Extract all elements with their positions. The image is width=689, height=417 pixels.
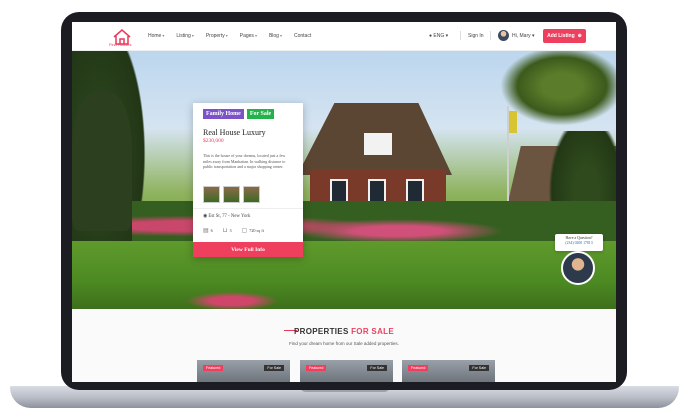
add-listing-button[interactable]: Add Listing ⊕ [543, 29, 586, 43]
menu-listing[interactable]: Listing▾ [176, 33, 193, 39]
question-phone[interactable]: (234) 0200 17813 [555, 241, 603, 245]
listing-description: This is the house of your dreams, locate… [203, 153, 286, 170]
bath-icon: ⊔ [222, 228, 228, 234]
property-card[interactable]: Featured For Sale [300, 360, 393, 382]
featured-listing-card: Family Home For Sale Real House Luxury $… [193, 103, 303, 257]
chevron-down-icon: ▾ [279, 33, 282, 38]
listing-address: ◉ Est St, 77 - New York [203, 214, 251, 219]
signin-link[interactable]: Sign In [468, 33, 484, 39]
laptop-mockup: Find Houses Home▾ Listing▾ Property▾ Pag… [0, 0, 689, 417]
badge-family-home[interactable]: Family Home [203, 109, 244, 119]
question-box[interactable]: Have a Question? (234) 0200 17813 [555, 234, 603, 251]
menu-pages[interactable]: Pages▾ [240, 33, 257, 39]
plus-circle-icon: ⊕ [577, 33, 582, 39]
chevron-down-icon: ▾ [532, 33, 535, 39]
divider [460, 31, 461, 40]
badge-group: Family Home For Sale [203, 109, 275, 119]
hero-flowers [182, 291, 282, 309]
listing-title[interactable]: Real House Luxury [203, 128, 266, 137]
properties-section: PROPERTIES FOR SALE Find your dream home… [72, 309, 616, 382]
user-menu[interactable]: Hi, Mary ▾ [512, 33, 535, 39]
status-badge: For Sale [264, 365, 284, 371]
thumbnail[interactable] [223, 186, 240, 203]
divider [193, 208, 303, 209]
area-icon: ▢ [241, 228, 248, 234]
chevron-down-icon: ▾ [254, 33, 257, 38]
divider [490, 31, 491, 40]
section-title: PROPERTIES FOR SALE [294, 327, 394, 336]
chevron-down-icon: ▾ [445, 33, 449, 39]
thumbnail-gallery [203, 186, 260, 203]
chevron-down-icon: ▾ [225, 33, 228, 38]
feature-baths: ⊔ 3 [222, 228, 232, 234]
view-full-info-button[interactable]: View Full Info [193, 242, 303, 257]
agent-avatar[interactable] [561, 251, 595, 285]
featured-badge: Featured [408, 365, 429, 371]
menu-home[interactable]: Home▾ [148, 33, 164, 39]
hero-house-dormer [364, 133, 392, 155]
question-title: Have a Question? [565, 236, 593, 240]
property-card[interactable]: Featured For Sale [402, 360, 495, 382]
chevron-down-icon: ▾ [191, 33, 194, 38]
bed-icon: ▤ [203, 228, 209, 234]
feature-area: ▢ 720 sq ft [241, 228, 264, 234]
main-menu: Home▾ Listing▾ Property▾ Pages▾ Blog▾ Co… [148, 33, 323, 39]
thumbnail[interactable] [203, 186, 220, 203]
section-subtitle: Find your dream home from our Sale added… [289, 341, 399, 346]
hero-lawn [72, 241, 616, 309]
user-avatar[interactable] [498, 30, 509, 41]
property-card[interactable]: Featured For Sale [197, 360, 290, 382]
status-badge: For Sale [469, 365, 489, 371]
globe-icon: ● [429, 33, 433, 39]
chevron-down-icon: ▾ [162, 33, 165, 38]
menu-property[interactable]: Property▾ [206, 33, 228, 39]
status-badge: For Sale [367, 365, 387, 371]
feature-beds: ▤ 6 [203, 228, 213, 234]
thumbnail[interactable] [243, 186, 260, 203]
hero-tree [72, 91, 132, 231]
top-navbar: Find Houses Home▾ Listing▾ Property▾ Pag… [72, 22, 616, 51]
listing-features: ▤ 6 ⊔ 3 ▢ 720 sq ft [203, 227, 264, 234]
logo-text: Find Houses [109, 42, 132, 47]
listing-price: $230,000 [203, 138, 224, 144]
featured-badge: Featured [306, 365, 327, 371]
screen: Find Houses Home▾ Listing▾ Property▾ Pag… [72, 22, 616, 382]
language-selector[interactable]: ● ENG ▾ [429, 33, 448, 39]
menu-blog[interactable]: Blog▾ [269, 33, 282, 39]
featured-badge: Featured [203, 365, 224, 371]
hero-flag [509, 111, 517, 133]
hero-banner: Family Home For Sale Real House Luxury $… [72, 51, 616, 309]
badge-for-sale[interactable]: For Sale [246, 109, 275, 119]
menu-contact[interactable]: Contact [294, 33, 311, 39]
map-pin-icon: ◉ [203, 214, 208, 219]
